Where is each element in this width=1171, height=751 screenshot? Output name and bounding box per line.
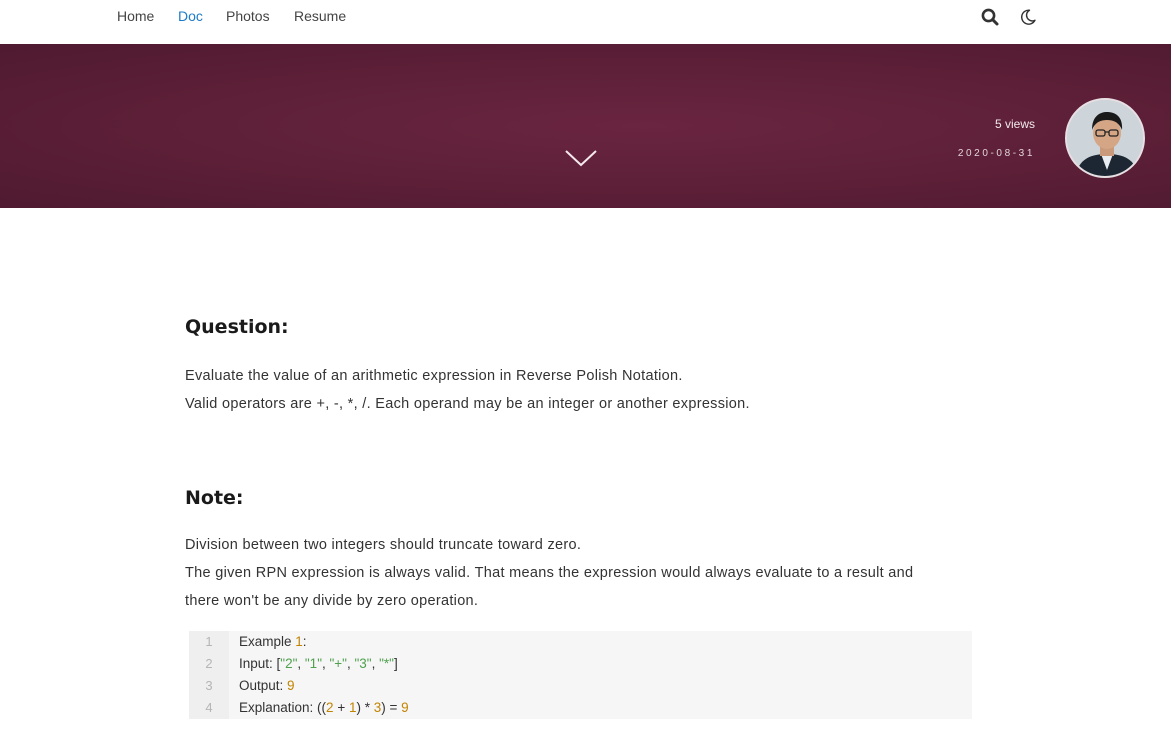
question-heading: Question: [185,316,289,338]
note-heading: Note: [185,487,244,509]
hero-banner: 5 views 2020-08-31 [0,44,1171,208]
line-number: 1 [205,634,213,649]
note-text: Division between two integers should tru… [185,537,582,553]
avatar [1065,98,1145,178]
top-navbar: Home Doc Photos Resume [0,0,1171,44]
note-text: there won't be any divide by zero operat… [185,593,479,609]
post-date: 2020-08-31 [957,148,1035,159]
line-number: 4 [205,700,213,715]
nav-doc-link[interactable]: Doc [178,8,203,24]
code-block: 1 2 3 4 Example 1: Input: ["2", "1", "+"… [189,631,972,719]
line-number: 2 [205,656,213,671]
note-text: The given RPN expression is always valid… [185,565,914,581]
code-line: Example 1: [239,634,307,649]
code-line: Explanation: ((2 + 1) * 3) = 9 [239,700,409,715]
code-line: Input: ["2", "1", "+", "3", "*"] [239,656,398,671]
chevron-down-icon[interactable] [564,148,598,170]
question-text: Valid operators are +, -, *, /. Each ope… [185,396,750,412]
search-icon[interactable] [980,7,1000,27]
nav-home-link[interactable]: Home [117,8,154,24]
view-count: 5 views [994,117,1035,131]
question-text: Evaluate the value of an arithmetic expr… [185,368,683,384]
line-number: 3 [205,678,213,693]
code-line: Output: 9 [239,678,295,693]
nav-photos-link[interactable]: Photos [226,8,270,24]
nav-resume-link[interactable]: Resume [294,8,346,24]
code-gutter: 1 2 3 4 [189,631,229,719]
moon-icon[interactable] [1018,7,1038,27]
